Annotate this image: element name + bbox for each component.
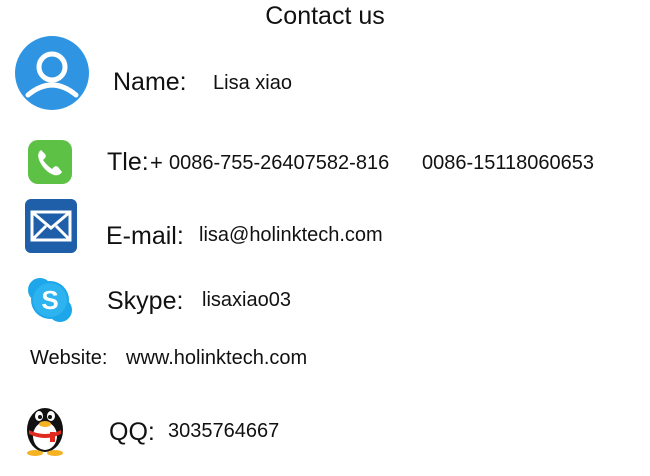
qq-label: QQ: bbox=[109, 418, 155, 446]
tel-value-2: 0086-15118060653 bbox=[422, 152, 595, 174]
tel-icon bbox=[27, 139, 73, 185]
skype-value: lisaxiao03 bbox=[202, 289, 291, 311]
tel-value-1: 0086-755-26407582-816 bbox=[169, 152, 390, 174]
qq-icon-wrap bbox=[20, 400, 70, 456]
page-title: Contact us bbox=[265, 2, 385, 30]
qq-value: 3035764667 bbox=[168, 420, 280, 442]
email-label: E-mail: bbox=[106, 222, 184, 250]
email-icon bbox=[24, 198, 78, 254]
skype-icon: S bbox=[28, 278, 72, 322]
name-label: Name: bbox=[113, 68, 187, 96]
mail-icon bbox=[25, 199, 77, 253]
user-icon bbox=[15, 36, 89, 110]
name-icon bbox=[14, 35, 90, 111]
phone-icon bbox=[28, 140, 72, 184]
website-label: Website: bbox=[30, 347, 108, 369]
name-value: Lisa xiao bbox=[213, 72, 292, 94]
qq-penguin-icon bbox=[27, 408, 63, 456]
skype-label: Skype: bbox=[107, 287, 184, 315]
tel-label: Tle: bbox=[107, 148, 149, 176]
skype-icon-wrap: S bbox=[26, 276, 74, 324]
email-value[interactable]: lisa@holinktech.com bbox=[199, 224, 383, 247]
website-value[interactable]: www.holinktech.com bbox=[126, 347, 307, 370]
tel-plus: + bbox=[150, 150, 163, 175]
svg-text:S: S bbox=[41, 285, 58, 315]
